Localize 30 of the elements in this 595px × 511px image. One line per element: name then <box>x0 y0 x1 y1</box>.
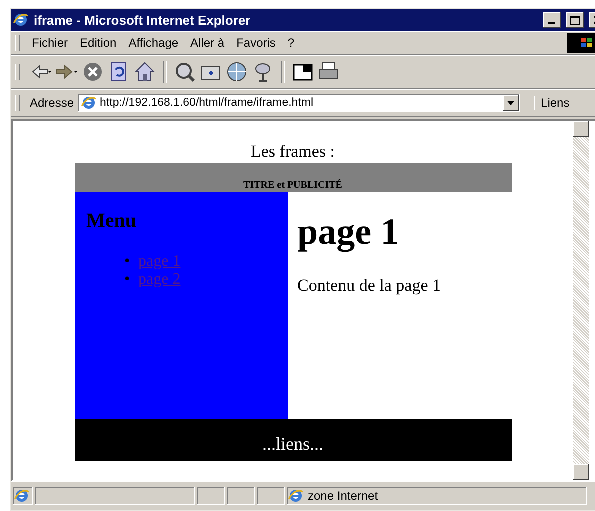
menu-item[interactable]: Fichier <box>26 36 74 50</box>
menu-item[interactable]: Edition <box>74 36 123 50</box>
page-text: Contenu de la page 1 <box>298 276 442 296</box>
zone-text: zone Internet <box>308 489 378 503</box>
maximize-icon <box>570 16 580 24</box>
window-title: iframe - Microsoft Internet Explorer <box>34 12 252 28</box>
search-icon[interactable] <box>174 61 196 83</box>
menu-item[interactable]: Affichage <box>122 36 185 50</box>
address-label: Adresse <box>30 96 74 110</box>
status-panel <box>227 487 255 505</box>
menu-item[interactable]: Favoris <box>230 36 282 50</box>
status-panel <box>257 487 285 505</box>
browser-icon <box>13 12 29 28</box>
status-panel <box>197 487 225 505</box>
scrollbar[interactable] <box>573 121 589 480</box>
page-heading: Les frames : <box>250 141 336 163</box>
links-label[interactable]: Liens <box>534 96 570 110</box>
menu-item[interactable]: ? <box>282 36 301 50</box>
stop-icon[interactable] <box>82 61 104 83</box>
bullet: • <box>124 271 132 289</box>
menu-item[interactable]: Aller à <box>184 36 231 50</box>
address-field[interactable]: http://192.168.1.60/html/frame/iframe.html <box>78 94 520 112</box>
footer-text: ...liens... <box>262 434 324 456</box>
menu-title: Menu <box>86 210 138 233</box>
bullet: • <box>124 253 132 271</box>
maximize-button[interactable] <box>566 12 584 28</box>
header-text: TITRE et PUBLICITÉ <box>244 179 342 192</box>
home-icon[interactable] <box>134 61 156 83</box>
page-title: page 1 <box>298 212 400 254</box>
minimize-button[interactable] <box>543 12 561 28</box>
